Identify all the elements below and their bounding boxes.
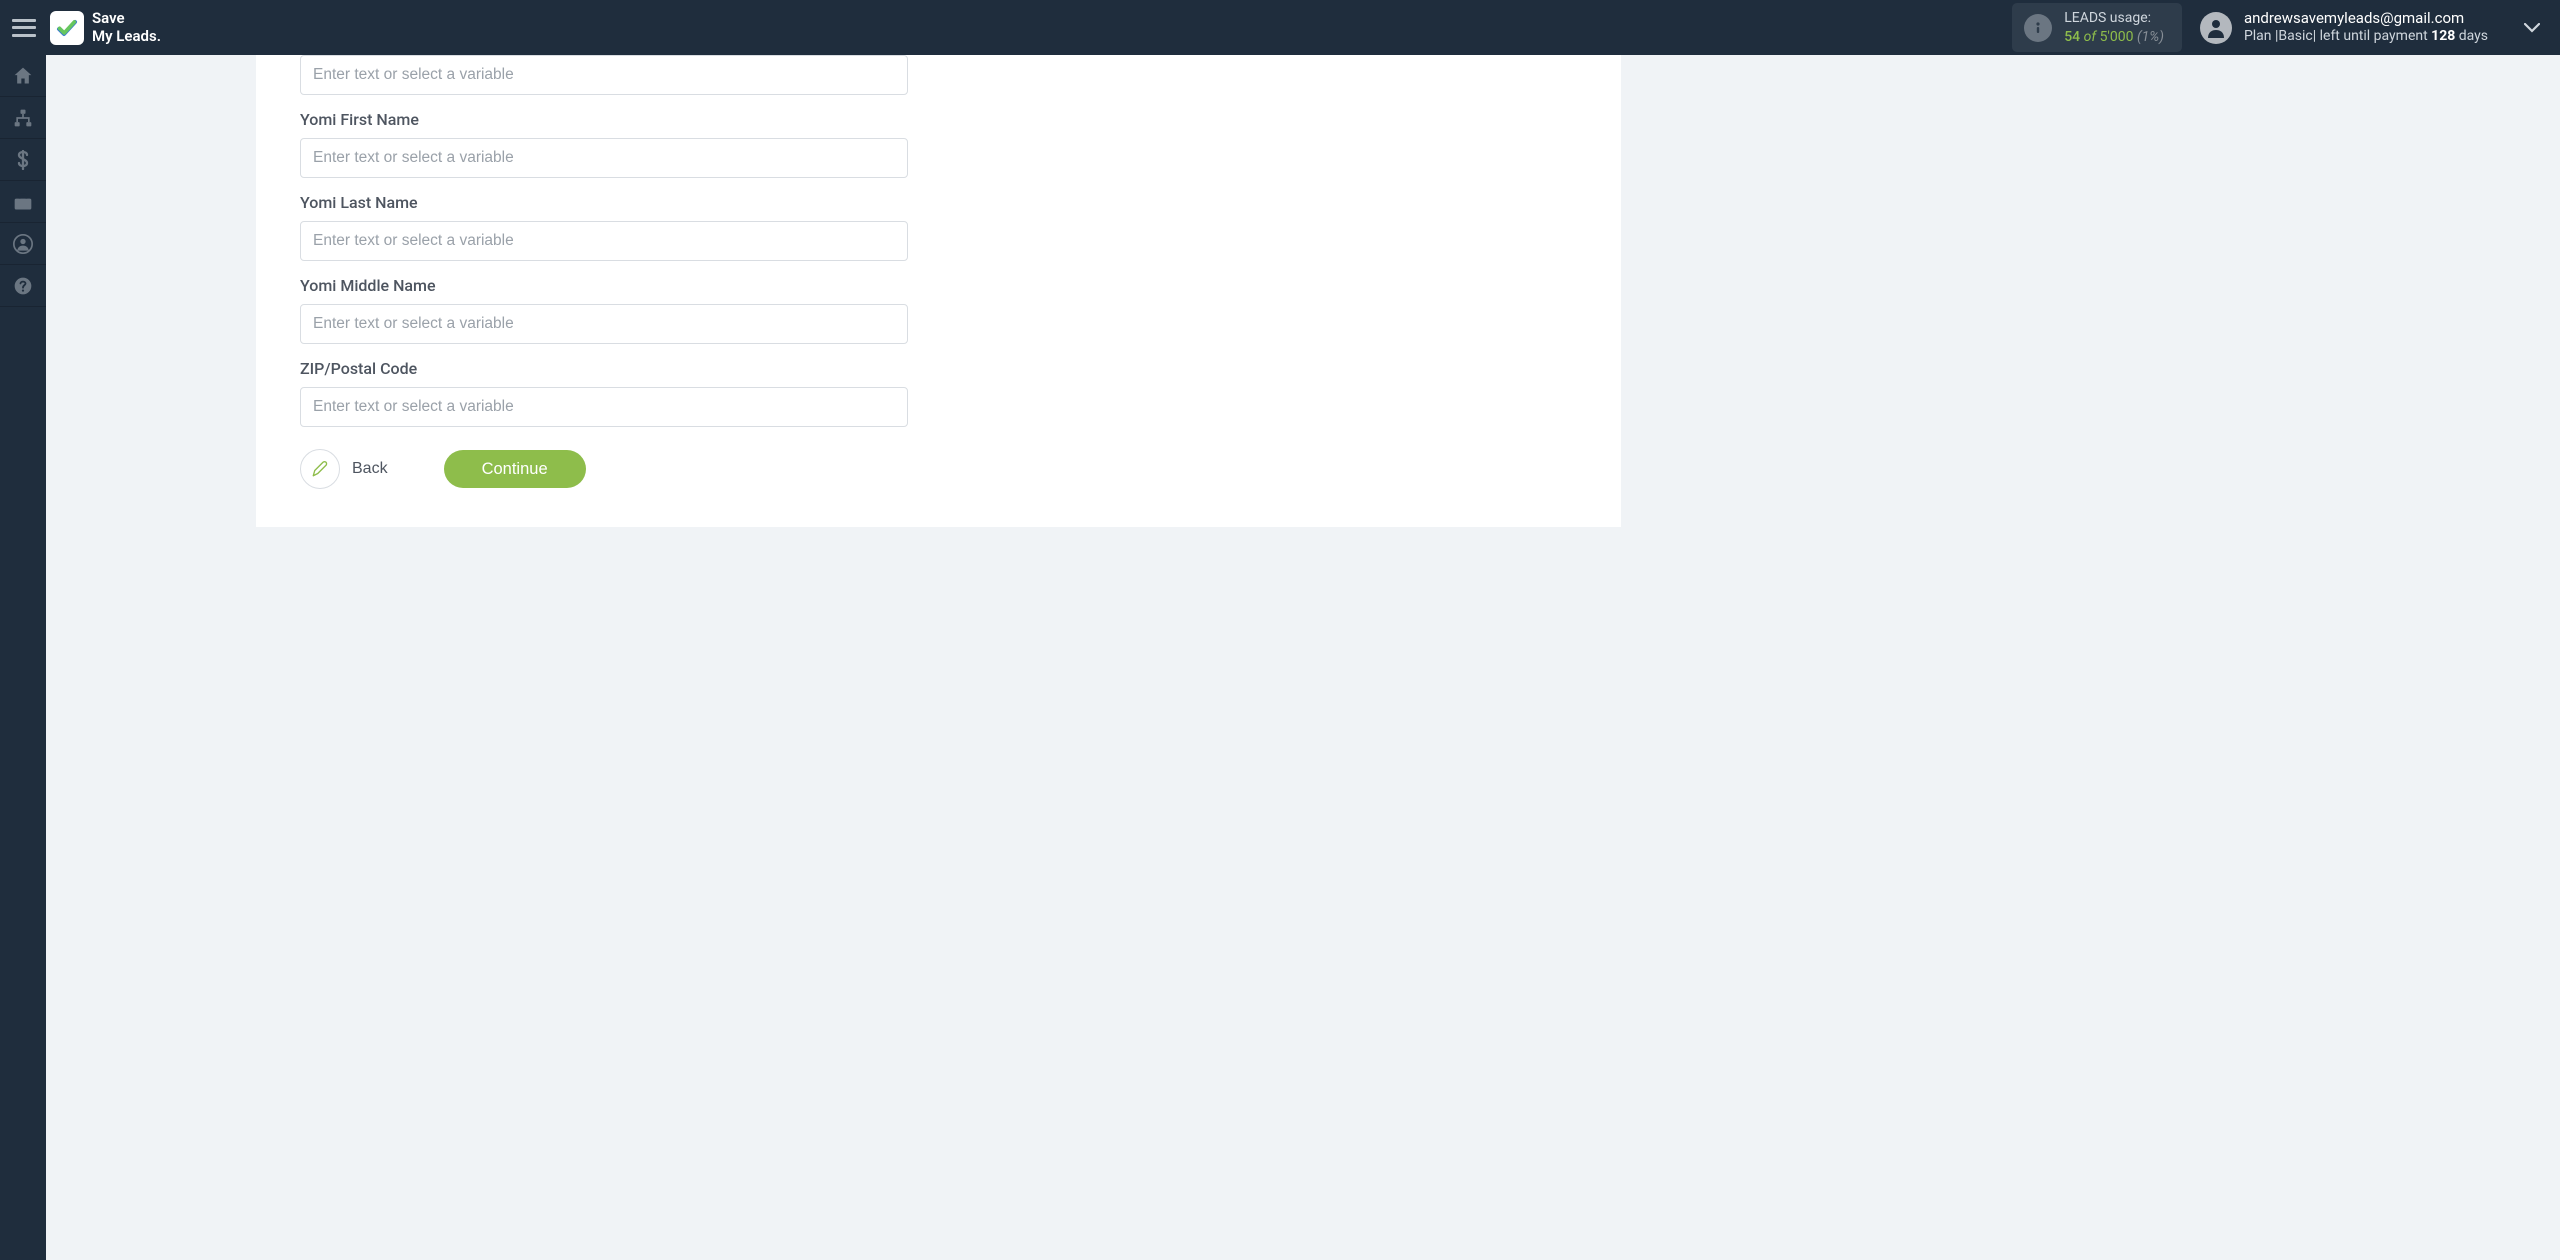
field-input-yomi-middle-name[interactable] bbox=[300, 304, 908, 344]
usage-of: of bbox=[2084, 29, 2096, 45]
back-button[interactable]: Back bbox=[300, 449, 388, 489]
account-email: andrewsavemyleads@gmail.com bbox=[2244, 9, 2488, 28]
usage-percent: (1%) bbox=[2137, 29, 2164, 45]
usage-label: LEADS usage: bbox=[2064, 9, 2164, 27]
usage-total: 5'000 bbox=[2100, 29, 2134, 45]
field-label-yomi-middle-name: Yomi Middle Name bbox=[300, 276, 1577, 295]
field-label-yomi-first-name: Yomi First Name bbox=[300, 110, 1577, 129]
back-label: Back bbox=[352, 460, 388, 478]
field-input-0[interactable] bbox=[300, 55, 908, 95]
chevron-down-icon[interactable] bbox=[2506, 18, 2548, 37]
account-box[interactable]: andrewsavemyleads@gmail.com Plan |Basic|… bbox=[2200, 9, 2488, 45]
usage-text: LEADS usage: 54 of 5'000 (1%) bbox=[2064, 9, 2164, 45]
sitemap-icon bbox=[13, 108, 33, 128]
logo-text: Save My Leads. bbox=[92, 10, 161, 45]
topbar: Save My Leads. LEADS usage: 54 of 5'000 … bbox=[0, 0, 2560, 55]
usage-stats: 54 of 5'000 (1%) bbox=[2064, 28, 2164, 46]
sidebar-item-connections[interactable] bbox=[0, 97, 46, 139]
main-content: Yomi First Name Yomi Last Name Yomi Midd… bbox=[46, 55, 2560, 1260]
field-input-yomi-first-name[interactable] bbox=[300, 138, 908, 178]
form-field-yomi-last-name: Yomi Last Name bbox=[300, 193, 1577, 261]
pencil-icon bbox=[300, 449, 340, 489]
topbar-right: LEADS usage: 54 of 5'000 (1%) andrewsave… bbox=[2012, 3, 2548, 51]
sidebar-item-help[interactable] bbox=[0, 265, 46, 307]
field-label-zip: ZIP/Postal Code bbox=[300, 359, 1577, 378]
usage-current: 54 bbox=[2064, 29, 2080, 45]
continue-button[interactable]: Continue bbox=[444, 450, 586, 488]
field-label-yomi-last-name: Yomi Last Name bbox=[300, 193, 1577, 212]
dollar-icon bbox=[17, 150, 29, 170]
sidebar-item-billing[interactable] bbox=[0, 139, 46, 181]
app-logo[interactable]: Save My Leads. bbox=[50, 10, 161, 45]
sidebar-item-profile[interactable] bbox=[0, 223, 46, 265]
form-field-yomi-first-name: Yomi First Name bbox=[300, 110, 1577, 178]
info-icon bbox=[2024, 14, 2052, 42]
account-text: andrewsavemyleads@gmail.com Plan |Basic|… bbox=[2244, 9, 2488, 45]
home-icon bbox=[13, 66, 33, 86]
avatar bbox=[2200, 12, 2232, 44]
sidebar-item-workspace[interactable] bbox=[0, 181, 46, 223]
account-plan: Plan |Basic| left until payment 128 days bbox=[2244, 28, 2488, 46]
field-input-zip[interactable] bbox=[300, 387, 908, 427]
question-icon bbox=[13, 276, 33, 296]
form-field-0 bbox=[300, 55, 1577, 95]
form-field-zip: ZIP/Postal Code bbox=[300, 359, 1577, 427]
logo-icon bbox=[50, 11, 84, 45]
user-icon bbox=[13, 234, 33, 254]
form-field-yomi-middle-name: Yomi Middle Name bbox=[300, 276, 1577, 344]
leads-usage-box[interactable]: LEADS usage: 54 of 5'000 (1%) bbox=[2012, 3, 2182, 51]
form-actions: Back Continue bbox=[300, 449, 1577, 489]
briefcase-icon bbox=[13, 193, 33, 211]
hamburger-menu[interactable] bbox=[12, 19, 36, 37]
field-input-yomi-last-name[interactable] bbox=[300, 221, 908, 261]
form-panel: Yomi First Name Yomi Last Name Yomi Midd… bbox=[256, 55, 1621, 527]
sidebar bbox=[0, 55, 46, 1260]
sidebar-item-home[interactable] bbox=[0, 55, 46, 97]
